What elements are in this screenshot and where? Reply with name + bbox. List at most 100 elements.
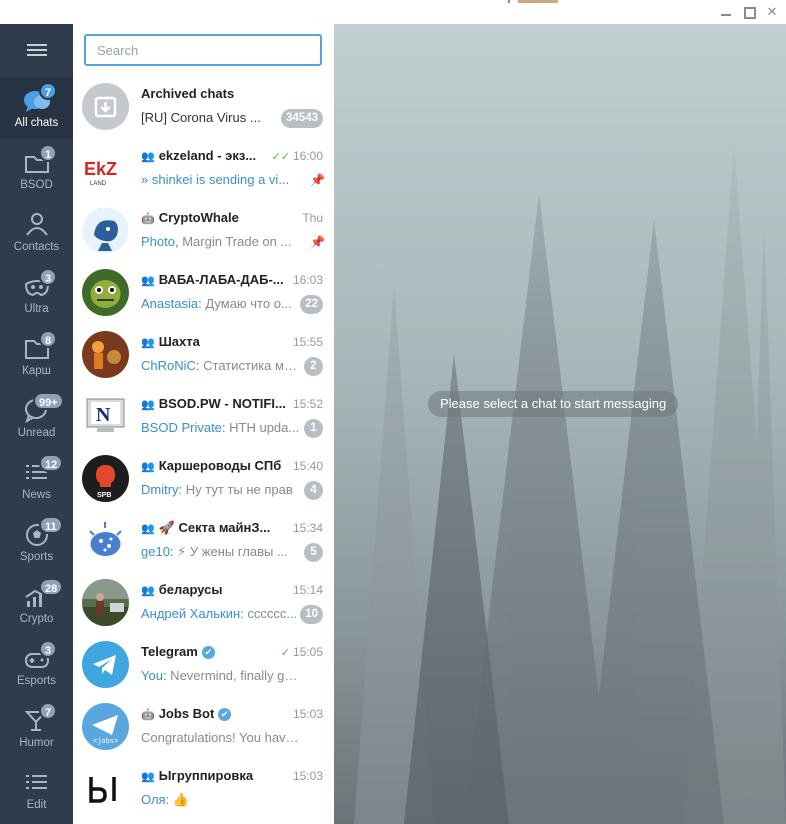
chat-preview: » shinkei is sending a vi... [141, 172, 301, 187]
unread-badge: 5 [304, 543, 323, 562]
forest-background [334, 24, 786, 824]
folder-all-chats[interactable]: 7 All chats [0, 77, 73, 139]
chat-item[interactable]: EkZ LAND 👥 ekzeland - экз... ✓✓ 16:00 » shi… [73, 138, 334, 200]
folder-bsod[interactable]: 1 BSOD [0, 139, 73, 201]
folder-badge: 12 [39, 454, 64, 472]
chat-item[interactable]: 🤖 CryptoWhale Thu Photo, Margin Trade on … [73, 200, 334, 262]
chat-item[interactable]: <jobs> 🤖 Jobs Bot ✔ 15:03 Congratulations!… [73, 696, 334, 758]
folder-badge: 3 [39, 268, 58, 286]
telegram-logo-icon [82, 641, 129, 688]
svg-text:LAND: LAND [90, 181, 107, 187]
chat-name-text: ВАБА-ЛАБА-ДАБ-... [158, 272, 284, 287]
chat-sender: Dmitry: [141, 482, 183, 497]
chat-time: 15:03 [292, 707, 323, 721]
chat-time: 15:40 [292, 459, 323, 473]
chat-sender: ge10: [141, 544, 174, 559]
avatar: EkZ LAND [82, 145, 129, 192]
chat-preview: You: Nevermind, finally got t... [141, 668, 301, 683]
chat-item[interactable]: 👥 Шахта 15:55 ChRoNiC: Статистика мо... 2 [73, 324, 334, 386]
avatar: N [82, 393, 129, 440]
chat-name: 👥 ekzeland - экз... [141, 148, 291, 163]
unread-badge: 22 [300, 295, 323, 314]
chat-item[interactable]: N 👥 BSOD.PW - NOTIFI... 15:52 BSOD Privat… [73, 386, 334, 448]
chat-sender: You: [141, 668, 167, 683]
hamburger-icon-line [27, 49, 47, 51]
archive-icon [82, 83, 129, 130]
folder-contacts[interactable]: Contacts [0, 201, 73, 263]
folder-label: News [22, 489, 51, 501]
chat-name: 🤖 CryptoWhale [141, 210, 291, 225]
chat-item-archived[interactable]: Archived chats [RU] Corona Virus ... 345… [73, 76, 334, 138]
avatar [82, 579, 129, 626]
chat-item[interactable]: SPB 👥 Каршероводы СПб 15:40 Dmitry: Ну ту… [73, 448, 334, 510]
chat-preview-text: shinkei is sending a vi... [151, 172, 290, 187]
folder-badge: 7 [39, 702, 58, 720]
folder-badge: 99+ [33, 392, 64, 410]
edit-list-icon [26, 775, 47, 789]
unread-badge: 2 [304, 357, 323, 376]
minimize-icon[interactable] [718, 4, 734, 20]
chat-preview: [RU] Corona Virus ... [141, 110, 261, 125]
chat-name: 👥 беларусы [141, 582, 291, 597]
folder-label: Unread [17, 427, 56, 439]
avatar: SPB [82, 455, 129, 502]
chat-item[interactable]: 👥 Ыгруппировка 15:03 Оля: 👍 [73, 758, 334, 820]
chat-preview-text: ⚡ У жены главы ... [173, 544, 288, 559]
chat-name-text: Шахта [158, 334, 200, 349]
folder-esports[interactable]: 3 Esports [0, 635, 73, 697]
folder-label: Crypto [19, 613, 54, 625]
chat-time: 15:03 [292, 769, 323, 783]
svg-text:N: N [96, 404, 111, 426]
chat-name-text: Каршероводы СПб [158, 458, 282, 473]
verified-icon: ✔ [218, 708, 232, 721]
avatar: <jobs> [82, 703, 129, 750]
chat-time: 16:03 [292, 273, 323, 287]
pin-icon: 📌 [310, 173, 325, 187]
chat-name-text: Jobs Bot [158, 706, 215, 721]
chat-preview: Dmitry: Ну тут ты не прав [141, 482, 301, 497]
verified-icon: ✔ [201, 646, 215, 659]
folder-edit[interactable]: Edit [0, 759, 73, 821]
maximize-icon[interactable] [741, 4, 757, 20]
avatar [82, 207, 129, 254]
folder-label: Sports [19, 551, 54, 563]
folder-sports[interactable]: 11 Sports [0, 511, 73, 573]
folder-badge: 1 [39, 144, 58, 162]
folder-unread[interactable]: 99+ Unread [0, 387, 73, 449]
chat-preview-text: 👍 [169, 792, 190, 807]
folder-crypto[interactable]: 28 Crypto [0, 573, 73, 635]
chat-time: 15:55 [292, 335, 323, 349]
pin-icon: 📌 [310, 235, 325, 249]
double-check-icon: ✓✓ [271, 151, 290, 163]
hamburger-icon [27, 44, 47, 46]
unread-badge: 10 [300, 605, 323, 624]
folder-humor[interactable]: 7 Humor [0, 697, 73, 759]
svg-text:SPB: SPB [97, 492, 111, 499]
folder-label: Esports [17, 675, 56, 687]
avatar [82, 269, 129, 316]
folder-badge: 11 [39, 516, 63, 534]
chat-time: 15:34 [292, 521, 323, 535]
search-input[interactable] [84, 34, 322, 66]
chat-preview-text: сссссс... [243, 606, 298, 621]
chat-preview-text: Ну тут ты не прав [182, 482, 293, 497]
chat-preview: Anastasia: Думаю что о... [141, 296, 301, 311]
chat-name-text: ekzeland - экз... [158, 148, 257, 163]
folder-news[interactable]: 12 News [0, 449, 73, 511]
group-icon: 👥 [141, 461, 155, 473]
chat-preview-text: Статистика мо... [199, 358, 301, 373]
chat-item[interactable]: Telegram ✔ ✓ 15:05 You: Nevermind, finally… [73, 634, 334, 696]
chat-item[interactable]: 👥 беларусы 15:14 Андрей Халькин: сссссс..… [73, 572, 334, 634]
menu-button[interactable] [0, 24, 73, 76]
group-icon: 👥 [141, 151, 155, 163]
chat-item[interactable]: 👥 🚀 Секта майнЗ... 15:34 ge10: ⚡ У жены г… [73, 510, 334, 572]
chat-name: Archived chats [141, 86, 235, 101]
group-icon: 👥 [141, 399, 155, 411]
chat-item[interactable]: 👥 ВАБА-ЛАБА-ДАБ-... 16:03 Anastasia: Дума… [73, 262, 334, 324]
folder-karsh[interactable]: 8 Карш [0, 325, 73, 387]
avatar [82, 517, 129, 564]
folder-ultra[interactable]: 3 Ultra [0, 263, 73, 325]
bot-icon: 🤖 [141, 709, 155, 721]
chat-name: 👥 Шахта [141, 334, 291, 349]
close-icon[interactable]: ✕ [764, 4, 780, 20]
